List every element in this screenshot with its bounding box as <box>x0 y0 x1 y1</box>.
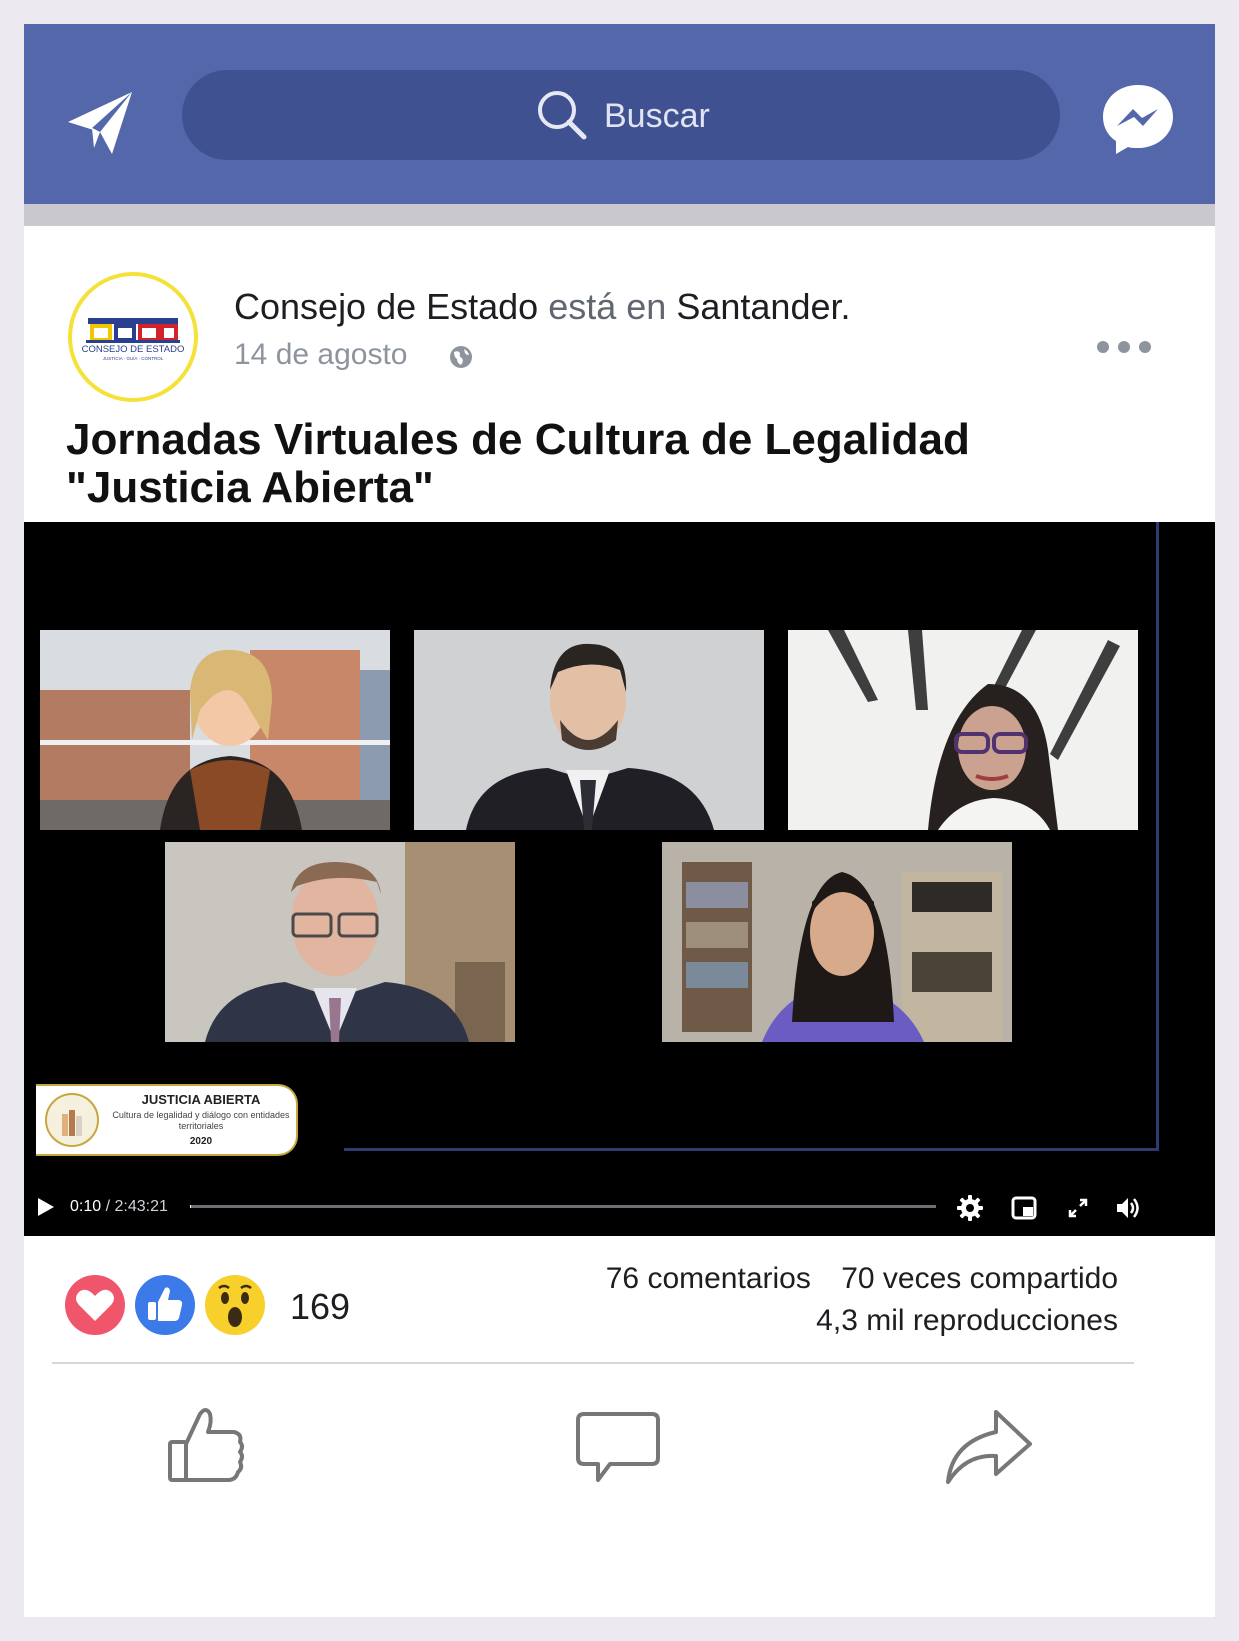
participant-tile <box>788 630 1138 830</box>
wow-reaction-icon <box>205 1275 265 1335</box>
banner-year: 2020 <box>189 1136 213 1147</box>
current-time: 0:10 <box>70 1198 102 1215</box>
video-controls: 0:10 / 2:43:21 <box>24 1182 1215 1234</box>
justicia-abierta-logo <box>45 1093 99 1147</box>
thumbs-up-icon[interactable] <box>156 1400 256 1500</box>
video-player[interactable]: JUSTICIA ABIERTA Cultura de legalidad y … <box>24 522 1215 1236</box>
justicia-abierta-banner: JUSTICIA ABIERTA Cultura de legalidad y … <box>36 1084 298 1156</box>
comments-count[interactable]: 76 comentarios <box>606 1262 811 1295</box>
paper-plane-icon[interactable] <box>66 88 136 158</box>
post-frame: CONSEJO DE ESTADO JUSTICIA · GUÍA · CONT… <box>24 24 1215 1617</box>
post-title-line-1: Jornadas Virtuales de Cultura de Legalid… <box>66 415 970 464</box>
shares-count[interactable]: 70 veces compartido <box>841 1262 1118 1295</box>
time-separator: / <box>101 1198 115 1215</box>
participant-tile <box>662 842 1012 1042</box>
participant-tile <box>165 842 515 1042</box>
stats-line-1: 76 comentarios 70 veces compartido <box>606 1262 1118 1296</box>
post-title-line-2: "Justicia Abierta" <box>66 463 434 512</box>
progress-fill <box>190 1205 191 1208</box>
logo-tagline: JUSTICIA · GUÍA · CONTROL <box>103 355 164 361</box>
progress-bar[interactable] <box>190 1205 936 1208</box>
volume-icon[interactable] <box>1114 1194 1142 1222</box>
love-reaction-icon <box>65 1275 125 1335</box>
play-icon[interactable] <box>36 1196 56 1218</box>
top-bar <box>24 24 1215 204</box>
participant-tile <box>40 630 390 830</box>
messenger-icon[interactable] <box>1100 81 1176 157</box>
globe-icon <box>450 346 472 368</box>
location-link[interactable]: Santander. <box>676 286 850 327</box>
more-options-icon[interactable] <box>1096 340 1152 354</box>
settings-gear-icon[interactable] <box>956 1194 984 1222</box>
top-bar-divider <box>24 204 1215 226</box>
comment-icon[interactable] <box>568 1400 668 1500</box>
video-frame-line <box>344 1148 1159 1151</box>
reaction-count[interactable]: 169 <box>290 1286 350 1328</box>
video-duration: 2:43:21 <box>114 1198 168 1215</box>
post-author-line: Consejo de Estado está en Santander. <box>234 286 851 328</box>
author-name[interactable]: Consejo de Estado <box>234 286 538 327</box>
picture-in-picture-icon[interactable] <box>1010 1194 1038 1222</box>
avatar[interactable]: CONSEJO DE ESTADO JUSTICIA · GUÍA · CONT… <box>68 272 198 402</box>
video-frame-line <box>1156 522 1159 1150</box>
views-count: 4,3 mil reproducciones <box>816 1304 1118 1337</box>
banner-title: JUSTICIA ABIERTA <box>141 1092 261 1107</box>
share-icon[interactable] <box>936 1400 1036 1500</box>
consejo-de-estado-logo: CONSEJO DE ESTADO JUSTICIA · GUÍA · CONT… <box>82 318 185 361</box>
search-icon <box>538 91 587 140</box>
post-title: Jornadas Virtuales de Cultura de Legalid… <box>66 416 1166 512</box>
post-date[interactable]: 14 de agosto <box>234 338 407 372</box>
fullscreen-icon[interactable] <box>1064 1194 1092 1222</box>
banner-subtitle: Cultura de legalidad y diálogo con entid… <box>112 1110 290 1131</box>
logo-name: CONSEJO DE ESTADO <box>82 344 185 355</box>
like-reaction-icon <box>135 1275 195 1335</box>
video-time: 0:10 / 2:43:21 <box>70 1198 168 1216</box>
search-input[interactable] <box>602 90 906 142</box>
author-connector: está en <box>548 286 667 327</box>
search-bar[interactable] <box>182 70 1060 160</box>
divider <box>52 1362 1134 1364</box>
participant-tile <box>414 630 764 830</box>
